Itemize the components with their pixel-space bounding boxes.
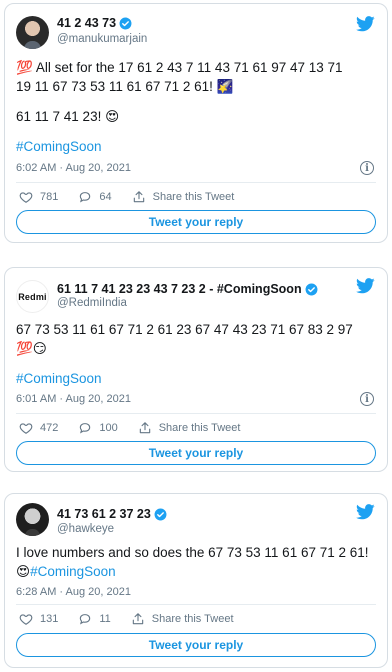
tweet-text-line: 67 73 53 11 61 67 71 2 61 23 67 47 43 23… [16, 322, 353, 337]
tweet-text-line: 💯 All set for the 17 61 2 43 7 11 43 71 … [16, 60, 343, 75]
author-handle[interactable]: @RedmiIndia [57, 297, 127, 309]
tweet-timestamp[interactable]: 6:02 AM · Aug 20, 2021 [16, 162, 131, 174]
author-name[interactable]: 61 11 7 41 23 23 43 7 23 2 - #ComingSoon [57, 282, 302, 296]
twitter-bird-icon[interactable] [356, 16, 375, 32]
like-button[interactable]: 472 [19, 421, 58, 435]
avatar[interactable] [16, 16, 49, 49]
tweet-text-line: 61 11 7 41 23! 😍 [16, 109, 120, 124]
share-icon [139, 422, 150, 434]
hashtag-link[interactable]: #ComingSoon [16, 371, 102, 386]
verified-badge-icon [305, 283, 318, 295]
tweet-timestamp[interactable]: 6:28 AM · Aug 20, 2021 [16, 586, 131, 598]
reply-count-button[interactable]: 11 [78, 612, 111, 626]
hashtag-link[interactable]: #ComingSoon [16, 139, 102, 154]
verified-badge-icon [119, 17, 132, 29]
reply-count-button[interactable]: 100 [78, 421, 118, 435]
tweet-text-line: 19 11 67 73 53 11 61 67 71 2 61! 🌠 [16, 79, 234, 94]
divider [16, 604, 376, 605]
author-handle[interactable]: @hawkeye [57, 523, 114, 535]
twitter-bird-icon[interactable] [356, 504, 375, 520]
author-line: 61 11 7 41 23 23 43 7 23 2 - #ComingSoon [57, 282, 318, 296]
avatar[interactable]: Redmi [16, 280, 49, 313]
share-button[interactable]: Share this Tweet [131, 612, 234, 626]
reply-count: 100 [99, 422, 118, 434]
tweet-reply-button[interactable]: Tweet your reply [16, 441, 376, 465]
avatar-logo-text: Redmi [18, 291, 47, 302]
reply-bubble-icon [80, 192, 91, 203]
tweet-actions: 781 64 Share this Tweet [19, 190, 254, 204]
share-button[interactable]: Share this Tweet [132, 190, 235, 204]
heart-icon [19, 423, 33, 434]
share-icon [132, 613, 144, 625]
tweet-card: 41 73 61 2 37 23 @hawkeye I love numbers… [4, 493, 388, 668]
author-line: 41 73 61 2 37 23 [57, 507, 167, 521]
reply-count: 11 [99, 613, 111, 625]
twitter-bird-icon[interactable] [356, 278, 375, 294]
reply-count-button[interactable]: 64 [78, 190, 112, 204]
info-icon[interactable]: i [360, 161, 374, 175]
author-handle[interactable]: @manukumarjain [57, 33, 147, 45]
tweet-text-line: I love numbers and so does the 67 73 53 … [16, 545, 369, 560]
share-label: Share this Tweet [151, 613, 234, 625]
like-count: 781 [40, 191, 59, 203]
share-button[interactable]: Share this Tweet [138, 421, 241, 435]
avatar[interactable] [16, 503, 49, 536]
like-count: 472 [40, 422, 59, 434]
share-icon [133, 191, 144, 203]
tweet-card: Redmi 61 11 7 41 23 23 43 7 23 2 - #Comi… [4, 267, 388, 472]
tweet-card: 41 2 43 73 @manukumarjain 💯 All set for … [4, 3, 388, 243]
reply-count: 64 [99, 191, 112, 203]
tweet-reply-button[interactable]: Tweet your reply [16, 210, 376, 234]
tweet-text-line: 💯😏 [16, 341, 47, 356]
emoji: 😍 [16, 564, 31, 579]
divider [16, 182, 376, 183]
author-name[interactable]: 41 2 43 73 [57, 16, 116, 30]
heart-icon [19, 192, 33, 203]
share-label: Share this Tweet [158, 422, 241, 434]
verified-badge-icon [154, 508, 167, 520]
author-line: 41 2 43 73 [57, 16, 132, 30]
tweet-actions: 131 11 Share this Tweet [19, 612, 254, 626]
like-button[interactable]: 781 [19, 190, 58, 204]
hashtag-link[interactable]: #ComingSoon [30, 564, 116, 579]
share-label: Share this Tweet [152, 191, 235, 203]
like-button[interactable]: 131 [19, 612, 58, 626]
reply-bubble-icon [80, 614, 91, 625]
tweet-timestamp[interactable]: 6:01 AM · Aug 20, 2021 [16, 393, 131, 405]
author-name[interactable]: 41 73 61 2 37 23 [57, 507, 151, 521]
divider [16, 413, 376, 414]
tweet-actions: 472 100 Share this Tweet [19, 421, 260, 435]
reply-bubble-icon [80, 423, 91, 434]
tweet-reply-button[interactable]: Tweet your reply [16, 633, 376, 657]
info-icon[interactable]: i [360, 392, 374, 406]
like-count: 131 [40, 613, 59, 625]
tweet-text-line: 😍#ComingSoon [16, 562, 377, 581]
heart-icon [19, 614, 33, 625]
